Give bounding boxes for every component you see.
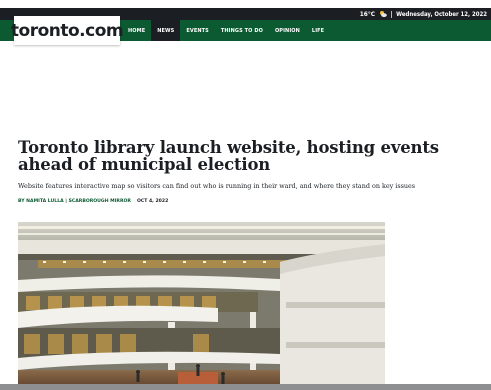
nav-item-opinion[interactable]: OPINION xyxy=(269,20,306,41)
partly-cloudy-icon[interactable] xyxy=(379,10,387,18)
nav-item-home[interactable]: HOME xyxy=(122,20,151,41)
library-atrium-illustration xyxy=(18,222,385,390)
site-logo[interactable]: toronto.com xyxy=(10,16,124,45)
main-nav: HOME NEWS EVENTS THINGS TO DO OPINION LI… xyxy=(122,20,330,41)
weather-date-group: 16°C Wednesday, October 12, 2022 xyxy=(360,8,487,20)
article-subhead: Website features interactive map so visi… xyxy=(18,182,416,190)
article-headline: Toronto library launch website, hosting … xyxy=(18,138,439,174)
current-date: Wednesday, October 12, 2022 xyxy=(396,10,487,18)
logo-text: toronto.com xyxy=(10,20,124,41)
nav-item-life[interactable]: LIFE xyxy=(306,20,330,41)
byline-date: OCT 4, 2022 xyxy=(136,199,169,204)
article-byline: BY NAMITA LULLA | SCARBOROUGH MIRROR OCT… xyxy=(18,199,168,204)
byline-author[interactable]: BY NAMITA LULLA | SCARBOROUGH MIRROR xyxy=(18,199,131,204)
weather-temperature[interactable]: 16°C xyxy=(360,10,375,18)
article-photo[interactable] xyxy=(18,222,385,390)
nav-item-things-to-do[interactable]: THINGS TO DO xyxy=(215,20,269,41)
bottom-overlay-bar xyxy=(0,384,491,390)
nav-item-news[interactable]: NEWS xyxy=(151,20,181,41)
divider xyxy=(391,10,393,18)
nav-item-events[interactable]: EVENTS xyxy=(180,20,215,41)
